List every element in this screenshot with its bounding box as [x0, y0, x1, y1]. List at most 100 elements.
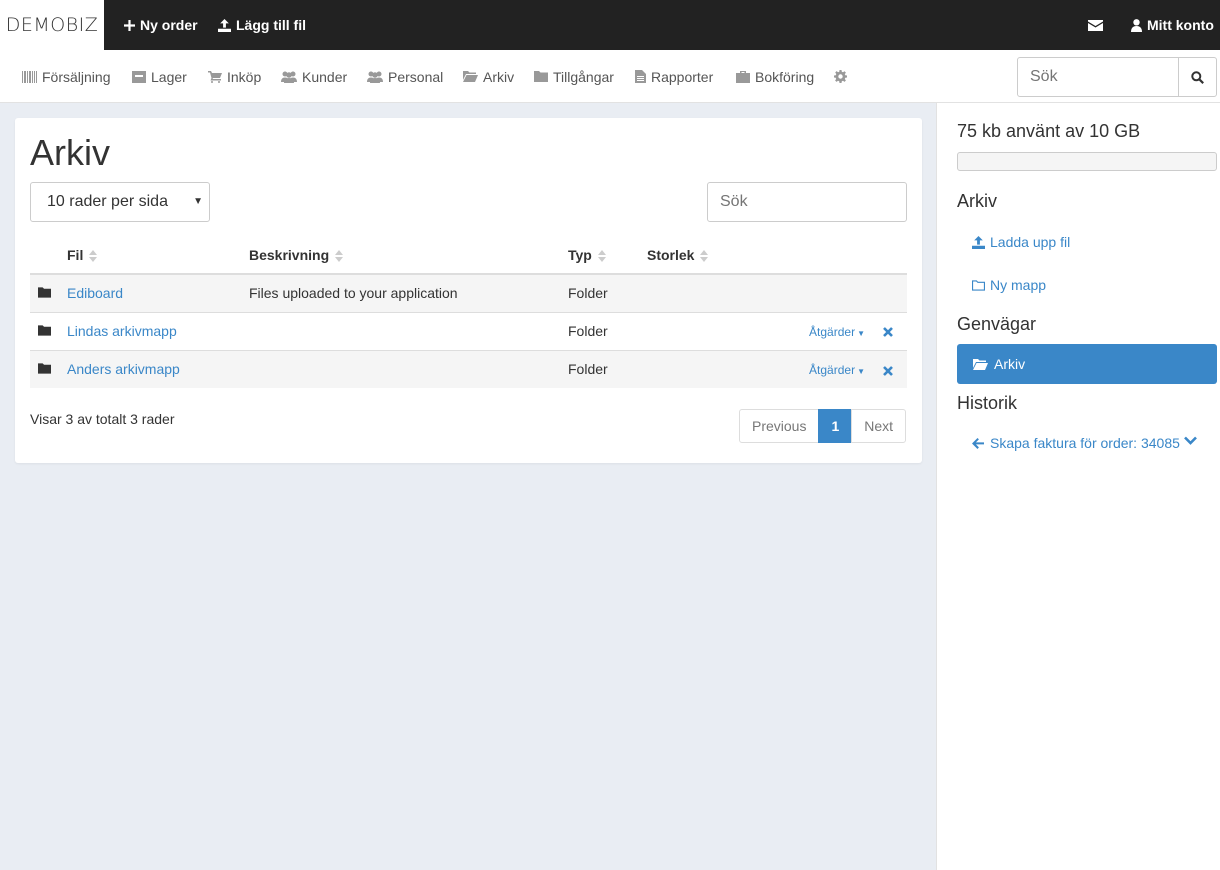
header-icon-cell: [30, 236, 67, 275]
type-cell: Folder: [568, 311, 647, 350]
actions-label: Åtgärder: [809, 325, 856, 339]
actions-dropdown-button[interactable]: Åtgärder ▼: [809, 363, 865, 377]
file-icon: [635, 70, 646, 83]
column-header-typ[interactable]: Typ: [568, 236, 647, 275]
nav-item-kunder[interactable]: Kunder: [281, 50, 347, 103]
messages-button[interactable]: [1088, 0, 1103, 50]
nav-search-input[interactable]: [1018, 58, 1178, 96]
previous-page-button[interactable]: Previous: [739, 409, 820, 443]
column-header-fil[interactable]: Fil: [67, 236, 249, 275]
column-header-label: Fil: [67, 246, 84, 263]
actions-label: Åtgärder: [809, 363, 856, 378]
new-folder-label: Ny mapp: [990, 277, 1047, 293]
sort-icon: [700, 249, 709, 262]
column-header-storlek[interactable]: Storlek: [647, 236, 797, 275]
nav-item-tillgangar[interactable]: Tillgångar: [534, 50, 614, 103]
type-cell: Folder: [568, 273, 647, 312]
rows-per-page-select[interactable]: 10 rader per sida ▼: [30, 182, 210, 222]
next-page-button[interactable]: Next: [851, 409, 907, 443]
upload-icon: [972, 235, 985, 249]
file-table: Fil Beskrivning Typ Storlek Ediboard Fil…: [30, 236, 907, 388]
table-header-row: Fil Beskrivning Typ Storlek: [30, 236, 907, 275]
history-heading: Historik: [957, 393, 1018, 413]
nav-label: Arkiv: [483, 68, 515, 85]
file-name-cell: Ediboard: [67, 273, 249, 312]
file-link[interactable]: Ediboard: [67, 285, 123, 301]
row-icon-cell: [30, 311, 67, 350]
table-row: Lindas arkivmapp Folder Åtgärder ▼: [30, 311, 907, 350]
actions-cell: Åtgärder ▼: [797, 349, 907, 388]
remove-icon[interactable]: [883, 365, 893, 376]
column-header-beskrivning[interactable]: Beskrivning: [249, 236, 568, 275]
right-sidebar: 75 kb använt av 10 GB Arkiv Ladda upp fi…: [936, 103, 1220, 870]
search-icon: [1191, 70, 1204, 84]
nav-label: Rapporter: [651, 68, 714, 85]
file-link[interactable]: Lindas arkivmapp: [67, 323, 177, 339]
folder-icon: [38, 325, 51, 336]
pagination: Previous 1 Next: [739, 409, 907, 443]
account-label: Mitt konto: [1147, 17, 1214, 33]
sort-icon: [597, 249, 606, 262]
archive-panel: Arkiv 10 rader per sida ▼ Fil Beskrivnin…: [15, 118, 922, 463]
table-row: Ediboard Files uploaded to your applicat…: [30, 273, 907, 312]
sort-icon: [335, 249, 344, 262]
nav-item-personal[interactable]: Personal: [367, 50, 443, 103]
chevron-down-icon[interactable]: [1184, 436, 1197, 445]
plus-icon: [124, 19, 135, 31]
table-search-input[interactable]: [708, 183, 906, 221]
account-button[interactable]: Mitt konto: [1131, 0, 1214, 50]
nav-item-inkop[interactable]: Inköp: [208, 50, 261, 103]
barcode-icon: [22, 70, 37, 83]
shortcut-label: Arkiv: [994, 356, 1026, 372]
current-page-button[interactable]: 1: [818, 409, 853, 443]
users-icon: [281, 71, 297, 83]
caret-down-icon: ▼: [857, 329, 865, 338]
upload-file-label: Ladda upp fil: [990, 234, 1071, 250]
nav-label: Tillgångar: [553, 68, 614, 85]
nav-search-button[interactable]: [1178, 58, 1216, 96]
row-count-text: Visar 3 av totalt 3 rader: [30, 411, 175, 427]
caret-down-icon: ▼: [857, 367, 865, 377]
folder-icon: [534, 71, 548, 82]
shortcuts-heading: Genvägar: [957, 314, 1037, 334]
actions-cell: Åtgärder ▼: [797, 311, 907, 350]
folder-open-icon: [463, 71, 478, 82]
user-icon: [1131, 18, 1142, 32]
nav-label: Försäljning: [42, 68, 111, 85]
remove-icon[interactable]: [883, 327, 893, 338]
folder-icon: [38, 363, 51, 374]
actions-dropdown-button[interactable]: Åtgärder ▼: [809, 325, 865, 339]
column-header-label: Storlek: [647, 246, 695, 263]
brand-logo[interactable]: DEMOBIZ: [0, 0, 104, 50]
nav-label: Lager: [151, 68, 187, 85]
nav-item-arkiv[interactable]: Arkiv: [463, 50, 514, 103]
shortcut-arkiv[interactable]: Arkiv: [957, 344, 1217, 384]
folder-icon: [38, 287, 51, 298]
history-item[interactable]: Skapa faktura för order: 34085: [972, 433, 1182, 453]
caret-down-icon: ▼: [193, 196, 203, 207]
users-icon: [367, 71, 383, 83]
settings-button[interactable]: [834, 50, 847, 103]
file-link[interactable]: Anders arkivmapp: [67, 361, 180, 377]
size-cell: [647, 273, 797, 312]
type-cell: Folder: [568, 349, 647, 388]
upload-file-link[interactable]: Ladda upp fil: [972, 234, 1070, 250]
nav-item-lager[interactable]: Lager: [132, 50, 187, 103]
actions-cell: [797, 273, 907, 312]
folder-open-icon: [973, 358, 988, 370]
inbox-icon: [132, 70, 146, 83]
storage-usage-text: 75 kb använt av 10 GB: [957, 121, 1141, 141]
size-cell: [647, 311, 797, 350]
page-title: Arkiv: [30, 132, 110, 173]
nav-item-forsaljning[interactable]: Försäljning: [22, 50, 110, 103]
nav-item-bokforing[interactable]: Bokföring: [736, 50, 814, 103]
add-file-label: Lägg till fil: [236, 17, 306, 33]
nav-item-rapporter[interactable]: Rapporter: [635, 50, 713, 103]
add-file-button[interactable]: Lägg till fil: [218, 0, 306, 50]
history-item-label: Skapa faktura för order: 34085: [990, 435, 1180, 451]
size-cell: [647, 349, 797, 388]
new-order-button[interactable]: Ny order: [124, 0, 198, 50]
nav-label: Personal: [388, 68, 444, 85]
new-folder-link[interactable]: Ny mapp: [972, 277, 1046, 293]
column-header-label: Beskrivning: [249, 246, 330, 263]
